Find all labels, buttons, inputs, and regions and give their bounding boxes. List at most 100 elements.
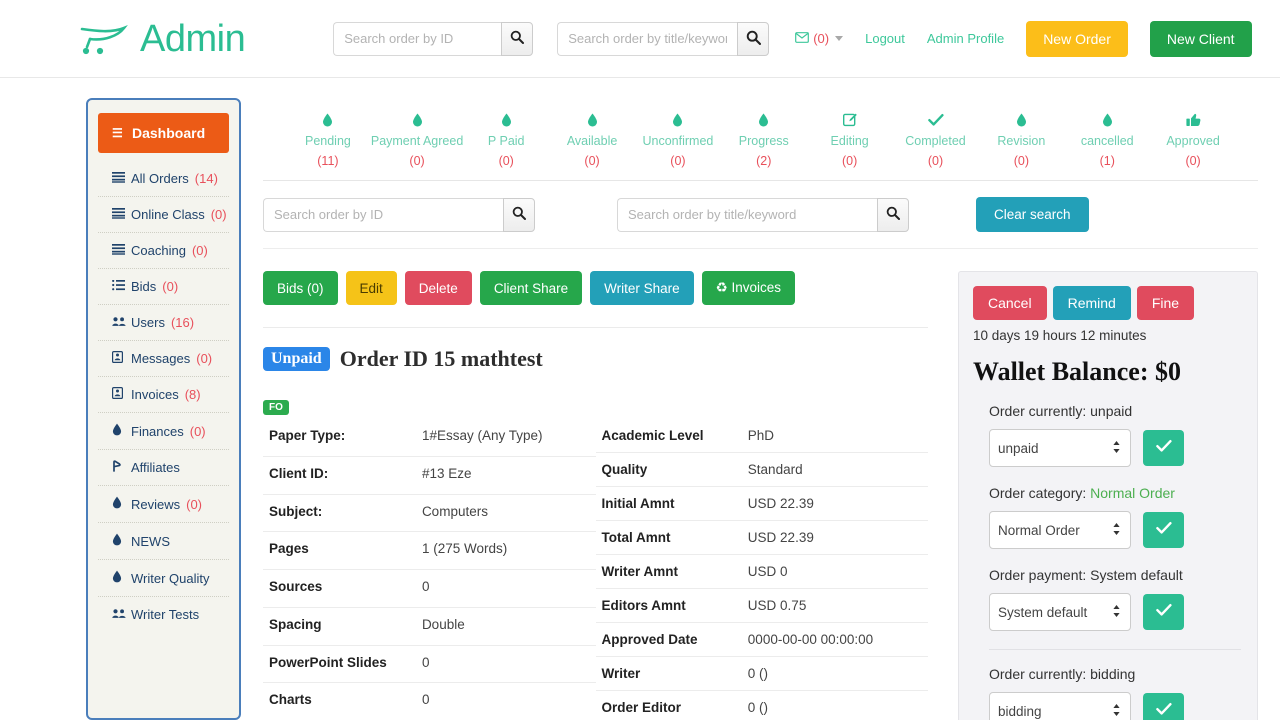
table-row: Spacing Double [263, 607, 596, 646]
detail-value-link[interactable]: 0 () [741, 690, 928, 720]
detail-value-link[interactable]: 0 () [741, 656, 928, 691]
navbar-search-keyword-input[interactable] [557, 21, 738, 56]
status-filter-p-paid[interactable]: P Paid (0) [463, 112, 549, 168]
sidebar-item-count: (0) [189, 423, 206, 439]
order-detail-left: Bids (0) Edit Delete Client Share Writer Sha… [263, 271, 942, 720]
sidebar-item-label: Finances [131, 423, 184, 439]
brand[interactable]: Admin [78, 19, 246, 59]
table-row: Approved Date 0000-00-00 00:00:00 [595, 622, 928, 657]
admin-profile-link[interactable]: Admin Profile [927, 31, 1004, 46]
status-filter-unconfirmed[interactable]: Unconfirmed (0) [635, 112, 721, 168]
status-badge: Unpaid [263, 347, 330, 371]
sidebar-item-count: (16) [170, 315, 195, 330]
sidebar-item-news[interactable]: NEWS [98, 523, 229, 560]
status-filter-payment-agreed[interactable]: Payment Agreed (0) [371, 112, 463, 168]
navbar-search-id-group [333, 21, 534, 56]
order-header: Unpaid Order ID 15 mathtest [263, 346, 928, 372]
order-action-buttons: Bids (0) Edit Delete Client Share Writer Sha… [263, 271, 928, 305]
status-filter-count: (0) [670, 154, 686, 168]
panel-field-confirm-button[interactable] [1143, 693, 1184, 720]
status-filter-label: Editing [830, 134, 869, 148]
detail-key: Editors Amnt [595, 588, 742, 623]
sidebar-item-users[interactable]: Users (16) [98, 305, 229, 341]
drop-icon [112, 496, 125, 512]
panel-field-confirm-button[interactable] [1143, 512, 1184, 548]
new-client-button[interactable]: New Client [1149, 20, 1252, 57]
sidebar-item-coaching[interactable]: Coaching (0) [98, 233, 229, 269]
sidebar-item-writer-tests[interactable]: Writer Tests [98, 597, 229, 632]
order-action-writer-share[interactable]: Writer Share [590, 271, 694, 305]
panel-field-label: Order currently: bidding [989, 666, 1241, 682]
panel-field-label-value: System default [1090, 567, 1183, 583]
detail-value-link[interactable]: #13 Eze [415, 456, 596, 495]
detail-key: Client ID: [263, 456, 416, 495]
table-row: Editors Amnt USD 0.75 [595, 588, 928, 623]
detail-key: Pages [263, 531, 416, 571]
status-filter-revision[interactable]: Revision (0) [978, 112, 1064, 168]
panel-field-select-wrap: System default [989, 593, 1131, 631]
panel-field-label-value: bidding [1090, 666, 1136, 682]
sidebar-item-label: All Orders [131, 171, 189, 186]
sidebar-item-label: Users [131, 315, 165, 330]
order-action-invoices[interactable]: ♻ Invoices [701, 271, 796, 305]
panel-remind-button[interactable]: Remind [1052, 286, 1131, 320]
panel-field-confirm-button[interactable] [1143, 594, 1184, 630]
status-filter-progress[interactable]: Progress (2) [721, 112, 807, 168]
sidebar-item-invoices[interactable]: Invoices (8) [98, 377, 229, 413]
status-filter-approved[interactable]: Approved (0) [1150, 112, 1236, 168]
status-filter-cancelled[interactable]: cancelled (1) [1064, 112, 1150, 168]
status-filter-count: (0) [498, 154, 514, 168]
panel-field-label: Order category: Normal Order [989, 485, 1241, 501]
navbar-search-id-button[interactable] [501, 21, 534, 56]
detail-value: Double [415, 607, 596, 646]
messages-dropdown[interactable]: (0) [795, 31, 844, 46]
panel-field-select[interactable]: unpaid [989, 429, 1131, 467]
order-action-bids-0[interactable]: Bids (0) [263, 271, 338, 305]
status-filter-completed[interactable]: Completed (0) [893, 112, 979, 168]
status-filter-available[interactable]: Available (0) [549, 112, 635, 168]
logout-link[interactable]: Logout [865, 31, 905, 46]
sidebar-item-affiliates[interactable]: Affiliates [98, 450, 229, 486]
search-id-button[interactable] [503, 197, 535, 232]
status-filter-pending[interactable]: Pending (11) [285, 112, 371, 168]
sidebar-item-writer-quality[interactable]: Writer Quality [98, 560, 229, 597]
status-filter-editing[interactable]: Editing (0) [807, 112, 893, 168]
search-keyword-input[interactable] [617, 197, 877, 232]
search-id-input[interactable] [263, 197, 503, 232]
sidebar-item-count: (8) [184, 387, 201, 402]
sidebar-item-messages[interactable]: Messages (0) [98, 341, 229, 377]
sidebar-item-dashboard[interactable]: ☰ Dashboard [98, 113, 229, 153]
order-status-bar: Pending (11) Payment Agreed (0) P Paid (0) Ava… [263, 98, 1258, 181]
panel-field-select[interactable]: System default [989, 593, 1131, 631]
detail-value: USD 0.75 [741, 588, 928, 623]
list-icon [112, 171, 125, 186]
navbar-search-id-input[interactable] [333, 21, 502, 56]
new-order-button[interactable]: New Order [1026, 20, 1128, 57]
check-icon [893, 112, 979, 132]
panel-field-select[interactable]: Normal Order [989, 511, 1131, 549]
panel-field-select[interactable]: bidding [989, 692, 1131, 720]
search-keyword-button[interactable] [877, 197, 909, 232]
detail-value: 0000-00-00 00:00:00 [741, 622, 928, 657]
detail-value: USD 0 [741, 554, 928, 589]
sidebar-item-all-orders[interactable]: All Orders (14) [98, 161, 229, 197]
order-action-delete[interactable]: Delete [404, 271, 472, 305]
detail-value: 1 (275 Words) [415, 531, 596, 571]
panel-fine-button[interactable]: Fine [1136, 286, 1195, 320]
sidebar-item-online-class[interactable]: Online Class (0) [98, 197, 229, 233]
sidebar-item-bids[interactable]: Bids (0) [98, 269, 229, 305]
clear-search-button[interactable]: Clear search [976, 197, 1089, 232]
navbar-search-keyword-button[interactable] [737, 21, 770, 56]
search-icon [512, 206, 526, 223]
status-filter-label: Progress [738, 134, 789, 148]
sidebar-item-reviews[interactable]: Reviews (0) [98, 486, 229, 523]
order-action-edit[interactable]: Edit [345, 271, 397, 305]
detail-key: PowerPoint Slides [263, 645, 416, 684]
order-action-client-share[interactable]: Client Share [479, 271, 583, 305]
table-row: Quality Standard [595, 452, 928, 487]
sidebar-item-finances[interactable]: Finances (0) [98, 413, 229, 450]
panel-action-buttons: Cancel Remind Fine [973, 286, 1243, 320]
panel-cancel-button[interactable]: Cancel [973, 286, 1047, 320]
panel-field-confirm-button[interactable] [1143, 430, 1184, 466]
drop-icon [112, 570, 125, 586]
